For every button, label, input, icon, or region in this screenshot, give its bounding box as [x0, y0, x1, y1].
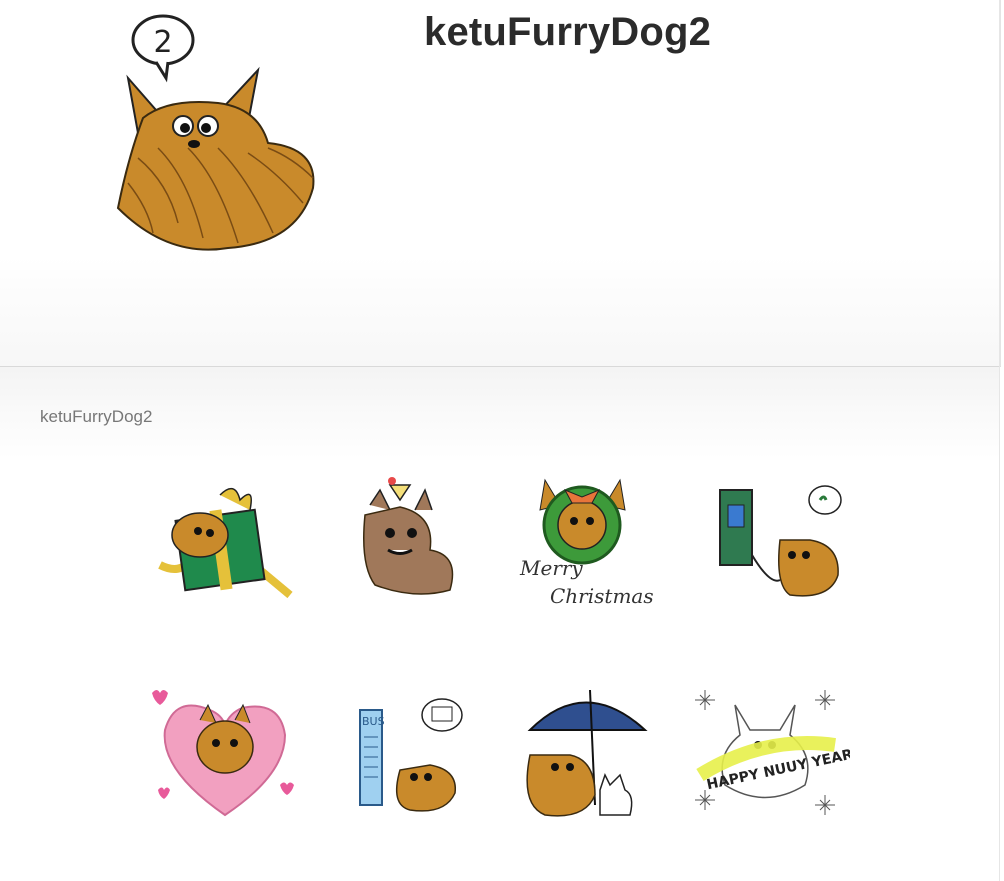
right-border	[999, 0, 1000, 881]
sticker-christmas-wreath[interactable]: Merry Christmas	[500, 455, 670, 615]
sticker-gift-box[interactable]	[140, 455, 310, 615]
sticker-header: 2 ketuFurryDog2	[0, 0, 1001, 367]
sticker-grid: Merry Christmas BUS HAPPY NUUY YEAR	[140, 455, 860, 835]
pack-label: ketuFurryDog2	[40, 407, 153, 426]
page-title: ketuFurryDog2	[424, 10, 712, 54]
sticker-phone-booth[interactable]	[680, 455, 850, 615]
bubble-number: 2	[153, 25, 172, 60]
wreath-text: Merry	[519, 556, 583, 580]
sticker-pack-section: ketuFurryDog2 Merry Christmas BUS HAPPY …	[0, 367, 999, 881]
phone-dog-icon	[719, 485, 842, 597]
sticker-umbrella[interactable]	[500, 675, 670, 835]
heart-dog-icon	[152, 690, 294, 817]
bus-sign: BUS	[362, 715, 385, 728]
svg-text:Christmas: Christmas	[550, 584, 654, 608]
furry-dog-icon: 2	[116, 14, 315, 251]
sticker-cocktail-dog[interactable]	[320, 455, 490, 615]
wreath-dog-icon: Merry Christmas	[519, 478, 654, 608]
new-year-dog-icon: HAPPY NUUY YEAR	[695, 690, 854, 815]
sticker-pink-heart[interactable]	[140, 675, 310, 835]
umbrella-dog-icon	[526, 689, 648, 817]
sticker-happy-new-year[interactable]: HAPPY NUUY YEAR	[680, 675, 854, 835]
cocktail-dog-icon	[363, 477, 454, 595]
main-sticker-image: 2	[108, 8, 323, 258]
sticker-bus-stop[interactable]: BUS	[320, 675, 490, 835]
bus-dog-icon: BUS	[359, 698, 463, 812]
gift-box-dog-icon	[158, 487, 293, 599]
